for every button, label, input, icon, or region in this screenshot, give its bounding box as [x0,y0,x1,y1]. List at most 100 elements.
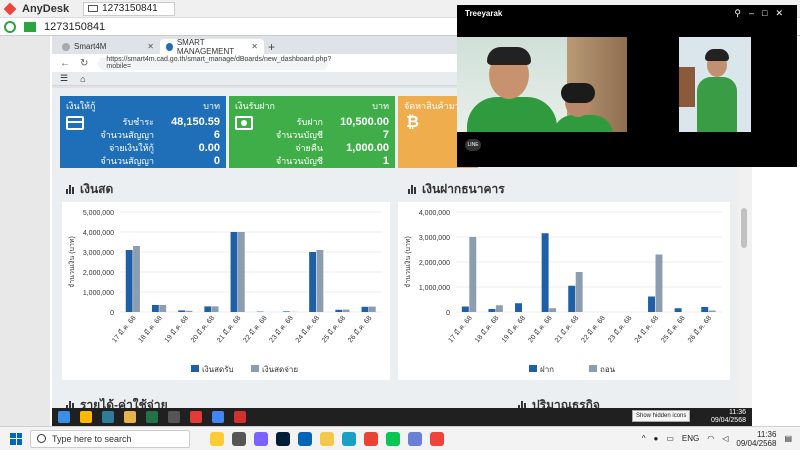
widgets-icon[interactable] [210,431,224,446]
volume-icon[interactable]: ◁ [722,434,728,443]
folder-icon[interactable] [124,411,136,423]
back-icon[interactable]: ← [60,58,70,69]
y-tick-label: 2,000,000 [419,260,450,267]
scrollbar-thumb[interactable] [741,208,747,248]
card-unit: บาท [203,101,220,111]
x-tick-label: 20 มี.ค. 68 [189,314,216,344]
screen-icon[interactable] [24,21,36,32]
loan-card: เงินให้กู้ บาท รับชำระ 48,150.59 จำนวนสัญญ… [60,96,226,168]
edge-icon[interactable] [342,431,356,446]
cash-chart: 0 1,000,000 2,000,000 3,000,000 4,000,000 5,0… [68,210,382,374]
line-logo-icon: LINE [465,139,481,151]
bar-a [648,296,655,312]
notification-icon[interactable]: ▤ [784,434,792,443]
y-tick-label: 4,000,000 [83,230,114,237]
bar-a [335,309,343,312]
maximize-icon[interactable]: □ [762,8,775,18]
remote-video-feed [457,37,627,132]
close-icon[interactable]: ✕ [251,42,258,51]
pdf-icon[interactable] [234,411,246,423]
x-tick-label: 25 มี.ค. 68 [660,314,687,344]
remote-app-icon[interactable] [168,411,180,423]
legend-label: เงินสดรับ [202,365,234,374]
excel-icon[interactable] [146,411,158,423]
app-icon[interactable] [408,431,422,446]
y-tick-label: 0 [110,310,114,317]
outlook-icon[interactable] [298,431,312,446]
photoshop-icon[interactable] [276,431,290,446]
video-call-window: Treeyarak ⚲–□✕ LINE [457,5,797,167]
banknote-icon [235,116,253,130]
tab-smart-management[interactable]: SMART MANAGEMENT ✕ [160,38,264,56]
x-tick-label: 17 มี.ค. 68 [111,314,138,344]
bitcoin-icon: ₿ [406,114,420,131]
chrome-icon[interactable] [364,431,378,446]
close-icon[interactable]: ✕ [147,42,154,51]
legend-label: เงินสดจ่าย [262,365,298,374]
bar-a [178,310,185,312]
y-tick-label: 1,000,000 [83,290,114,297]
url-input[interactable]: https://smart4m.cad.go.th/smart_manage/d… [98,56,331,70]
x-tick-label: 23 มี.ค. 68 [268,314,295,344]
bar-a [461,306,469,312]
copilot-icon[interactable] [254,431,268,446]
close-icon[interactable]: ✕ [775,8,791,18]
menu-icon[interactable]: ☰ [60,73,68,84]
bank-chart-panel: 0 1,000,000 2,000,000 3,000,000 4,000,000 จำน… [398,202,730,380]
bar-a [701,307,709,312]
deposit-card: เงินรับฝาก บาท รับฝาก 10,500.00 จำนวนบัญชี… [229,96,395,168]
anydesk-session-tab[interactable]: 1273150841 [83,1,176,16]
windows-start-icon[interactable] [10,432,22,445]
legend-label: ถอน [600,365,616,374]
tab-smart4m[interactable]: Smart4M ✕ [56,39,160,54]
self-video-feed [679,37,751,132]
x-tick-label: 18 มี.ค. 68 [137,314,164,344]
minimize-icon[interactable]: – [749,8,762,18]
remote-desktop-background [0,36,50,426]
y-tick-label: 5,000,000 [83,210,114,217]
y-axis-label: จำนวนเงิน (บาท) [404,236,412,288]
anydesk-icon[interactable] [190,411,202,423]
pin-icon[interactable]: ⚲ [734,8,749,18]
language-indicator[interactable]: ENG [682,434,699,443]
taskbar-apps [210,431,444,446]
taskbar-search-input[interactable]: Type here to search [30,429,190,448]
bar-b [495,305,503,312]
card-title: เงินรับฝาก [235,101,275,111]
anydesk-icon[interactable] [430,431,444,446]
remote-app-icon[interactable] [80,411,92,423]
windows-taskbar: Type here to search ^ ● ▭ ENG ◠ ◁ 11:36 … [0,426,800,450]
wifi-icon[interactable]: ◠ [707,434,714,443]
bar-a [541,233,549,312]
network-icon[interactable]: ▭ [666,434,674,443]
task-view-icon[interactable] [232,431,246,446]
bar-b [575,272,583,312]
home-icon[interactable]: ⌂ [80,74,85,84]
taskbar-clock[interactable]: 11:36 09/04/2568 [736,430,776,448]
remote-start-icon[interactable] [58,411,70,423]
bar-a [309,252,316,312]
file-explorer-icon[interactable] [320,431,334,446]
x-tick-label: 20 มี.ค. 68 [527,314,554,344]
bar-b [469,237,477,312]
x-tick-label: 17 มี.ค. 68 [447,314,474,344]
microphone-icon[interactable]: ● [654,434,659,443]
x-tick-label: 19 มี.ค. 68 [500,314,527,344]
remote-app-icon[interactable] [102,411,114,423]
hidden-icons-tooltip: Show hidden icons [632,410,691,422]
new-tab-button[interactable]: + [268,40,275,54]
y-axis-label: จำนวนเงิน (บาท) [68,236,76,288]
y-tick-label: 0 [446,310,450,317]
reload-icon[interactable]: ↻ [80,58,88,69]
x-tick-label: 23 มี.ค. 68 [606,314,633,344]
chrome-icon[interactable] [212,411,224,423]
chevron-up-icon[interactable]: ^ [642,434,646,443]
bar-b [316,250,324,312]
legend-swatch [191,365,199,372]
bar-a [515,303,522,312]
x-tick-label: 18 มี.ค. 68 [473,314,500,344]
card-title: เงินให้กู้ [66,101,96,111]
line-icon[interactable] [386,431,400,446]
remote-id: 1273150841 [44,20,106,33]
bar-a [204,306,212,312]
